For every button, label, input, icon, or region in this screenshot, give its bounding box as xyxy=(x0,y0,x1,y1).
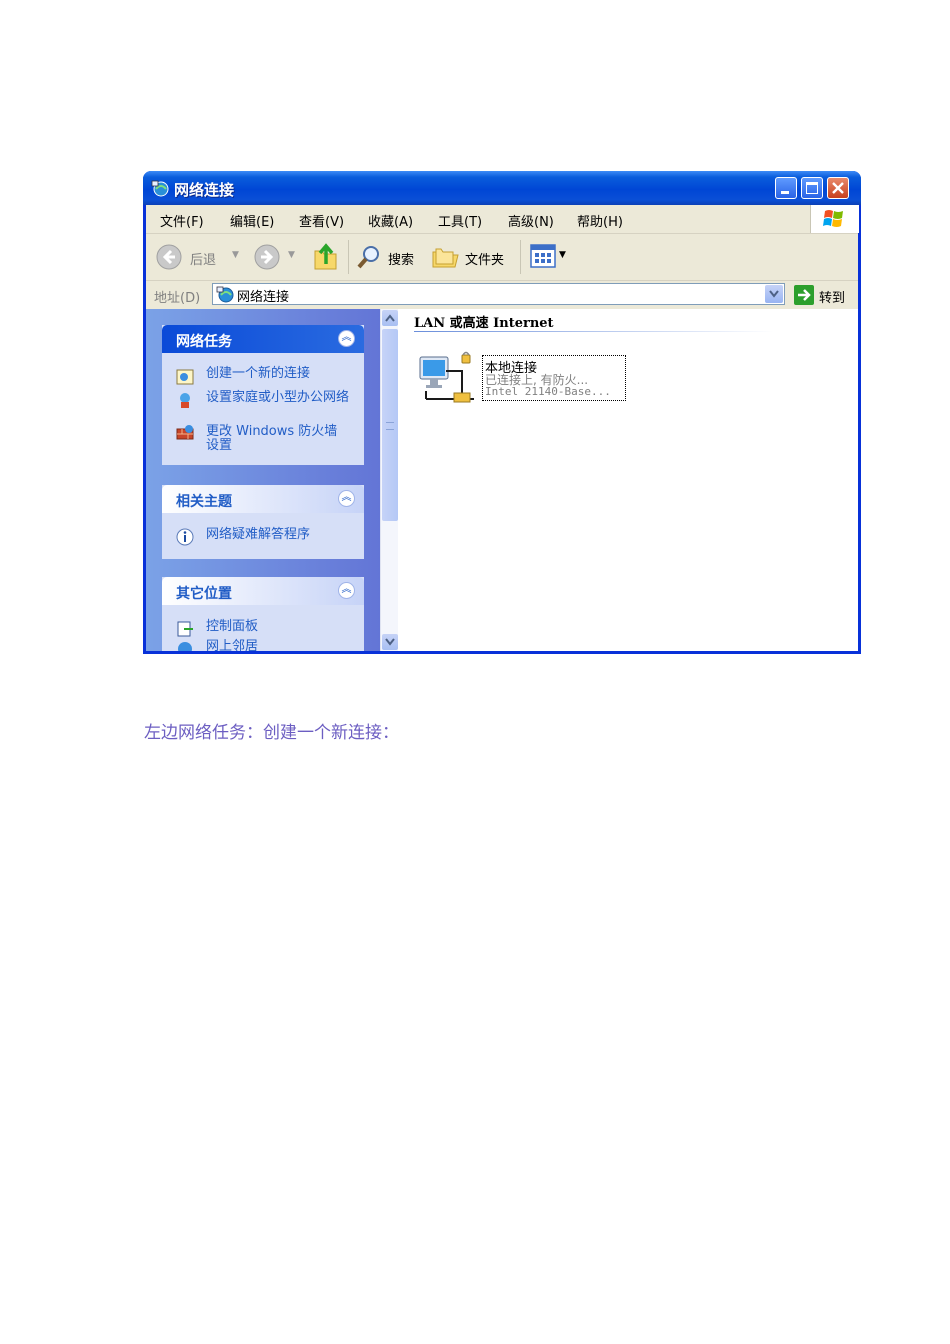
back-arrow-icon xyxy=(156,244,182,270)
collapse-chevron-icon[interactable]: ︽ xyxy=(338,490,355,507)
maximize-button[interactable] xyxy=(801,177,823,199)
address-dropdown-button[interactable] xyxy=(765,285,783,303)
address-input[interactable]: 网络连接 xyxy=(212,283,785,305)
chevron-down-icon xyxy=(769,290,779,298)
task-change-firewall[interactable]: 更改 Windows 防火墙设置 xyxy=(206,425,346,453)
address-label: 地址(D) xyxy=(154,291,201,306)
scroll-thumb[interactable] xyxy=(382,329,398,521)
explorer-window: 网络连接 文件(F) 编辑(E) 查看(V) 收藏(A) 工具(T) 高级(N)… xyxy=(143,171,861,654)
windows-flag-icon xyxy=(823,210,843,227)
back-button[interactable]: 后退 ▼ xyxy=(156,242,240,272)
folders-icon xyxy=(432,248,459,268)
place-control-panel[interactable]: 控制面板 xyxy=(206,620,356,634)
window-frame: 文件(F) 编辑(E) 查看(V) 收藏(A) 工具(T) 高级(N) 帮助(H… xyxy=(146,205,859,651)
go-arrow-icon xyxy=(798,289,811,301)
search-label: 搜索 xyxy=(388,253,415,268)
content-area: 网络任务 ︽ 创建一个新的连接 设置家庭或小型办公网络 更改 Windows 防… xyxy=(146,309,858,651)
collapse-chevron-icon[interactable]: ︽ xyxy=(338,582,355,599)
info-icon xyxy=(176,528,194,546)
menu-advanced[interactable]: 高级(N) xyxy=(508,211,554,230)
toolbar-separator xyxy=(348,240,349,274)
network-connections-icon xyxy=(216,286,234,303)
menu-favorites[interactable]: 收藏(A) xyxy=(368,211,413,230)
connection-device: Intel 21140-Base... xyxy=(485,385,611,398)
panel-header[interactable]: 相关主题 ︽ xyxy=(162,485,364,513)
other-places-panel: 其它位置 ︽ 控制面板 网上邻居 xyxy=(162,577,364,651)
views-dropdown-icon[interactable]: ▼ xyxy=(559,250,566,260)
address-bar: 地址(D) 网络连接 转到 xyxy=(146,281,858,309)
connections-list: LAN 或高速 Internet 本地连接 已连接上, 有防火... Intel… xyxy=(398,309,858,651)
menu-help[interactable]: 帮助(H) xyxy=(577,211,623,230)
menu-bar: 文件(F) 编辑(E) 查看(V) 收藏(A) 工具(T) 高级(N) 帮助(H… xyxy=(146,205,859,234)
search-icon xyxy=(357,246,379,269)
home-network-icon xyxy=(180,393,190,408)
address-value: 网络连接 xyxy=(237,290,290,305)
folders-label: 文件夹 xyxy=(465,253,505,268)
views-button[interactable]: ▼ xyxy=(530,244,570,270)
new-connection-icon xyxy=(176,369,194,385)
vertical-scrollbar[interactable] xyxy=(380,309,399,651)
network-places-icon xyxy=(178,642,192,651)
menu-edit[interactable]: 编辑(E) xyxy=(230,211,274,230)
go-button[interactable] xyxy=(794,285,814,305)
group-divider xyxy=(414,331,774,332)
minimize-icon xyxy=(781,191,789,194)
close-icon xyxy=(832,182,844,194)
panel-header[interactable]: 其它位置 ︽ xyxy=(162,577,364,605)
task-create-connection[interactable]: 创建一个新的连接 xyxy=(206,367,356,381)
back-label: 后退 xyxy=(190,253,217,268)
scroll-up-button[interactable] xyxy=(382,310,398,326)
menu-tools[interactable]: 工具(T) xyxy=(438,211,482,230)
toolbar-separator xyxy=(520,240,521,274)
forward-arrow-icon xyxy=(254,244,280,270)
window-title: 网络连接 xyxy=(174,181,235,199)
caption-text: 左边网络任务：创建一个新连接： xyxy=(144,723,399,743)
collapse-chevron-icon[interactable]: ︽ xyxy=(338,330,355,347)
go-label[interactable]: 转到 xyxy=(819,287,845,306)
grip-icon xyxy=(386,422,394,430)
menu-view[interactable]: 查看(V) xyxy=(299,211,344,230)
back-dropdown-icon[interactable]: ▼ xyxy=(232,250,239,260)
folders-button[interactable]: 文件夹 xyxy=(431,242,511,272)
menu-file[interactable]: 文件(F) xyxy=(160,211,204,230)
minimize-button[interactable] xyxy=(775,177,797,199)
panel-title: 其它位置 xyxy=(176,586,232,602)
connection-label-box[interactable]: 本地连接 已连接上, 有防火... Intel 21140-Base... xyxy=(482,355,626,401)
maximize-icon xyxy=(806,182,818,194)
up-folder-icon[interactable] xyxy=(312,242,340,272)
network-connections-icon xyxy=(151,180,169,197)
views-icon xyxy=(530,244,556,268)
search-button[interactable]: 搜索 xyxy=(356,242,422,272)
group-header: LAN 或高速 Internet xyxy=(414,316,554,331)
topic-network-troubleshooter[interactable]: 网络疑难解答程序 xyxy=(206,528,356,542)
chevron-up-icon xyxy=(385,314,395,322)
place-network-neighborhood[interactable]: 网上邻居 xyxy=(206,640,356,652)
windows-logo xyxy=(810,205,859,233)
firewall-icon xyxy=(176,425,194,440)
panel-title: 网络任务 xyxy=(176,334,232,350)
task-setup-home-network[interactable]: 设置家庭或小型办公网络 xyxy=(206,391,356,405)
scroll-down-button[interactable] xyxy=(382,634,398,650)
forward-button[interactable]: ▼ xyxy=(254,242,298,272)
control-panel-icon xyxy=(177,621,193,637)
task-pane: 网络任务 ︽ 创建一个新的连接 设置家庭或小型办公网络 更改 Windows 防… xyxy=(146,309,380,651)
panel-header[interactable]: 网络任务 ︽ xyxy=(162,325,364,353)
chevron-down-icon xyxy=(385,638,395,646)
network-tasks-panel: 网络任务 ︽ 创建一个新的连接 设置家庭或小型办公网络 更改 Windows 防… xyxy=(162,325,364,465)
panel-title: 相关主题 xyxy=(176,494,232,510)
related-topics-panel: 相关主题 ︽ 网络疑难解答程序 xyxy=(162,485,364,559)
close-button[interactable] xyxy=(827,177,849,199)
toolbar: 后退 ▼ ▼ 搜索 文件夹 ▼ xyxy=(146,234,858,281)
forward-dropdown-icon[interactable]: ▼ xyxy=(288,250,295,260)
title-bar[interactable]: 网络连接 xyxy=(143,171,861,205)
local-connection-icon[interactable] xyxy=(418,351,480,407)
